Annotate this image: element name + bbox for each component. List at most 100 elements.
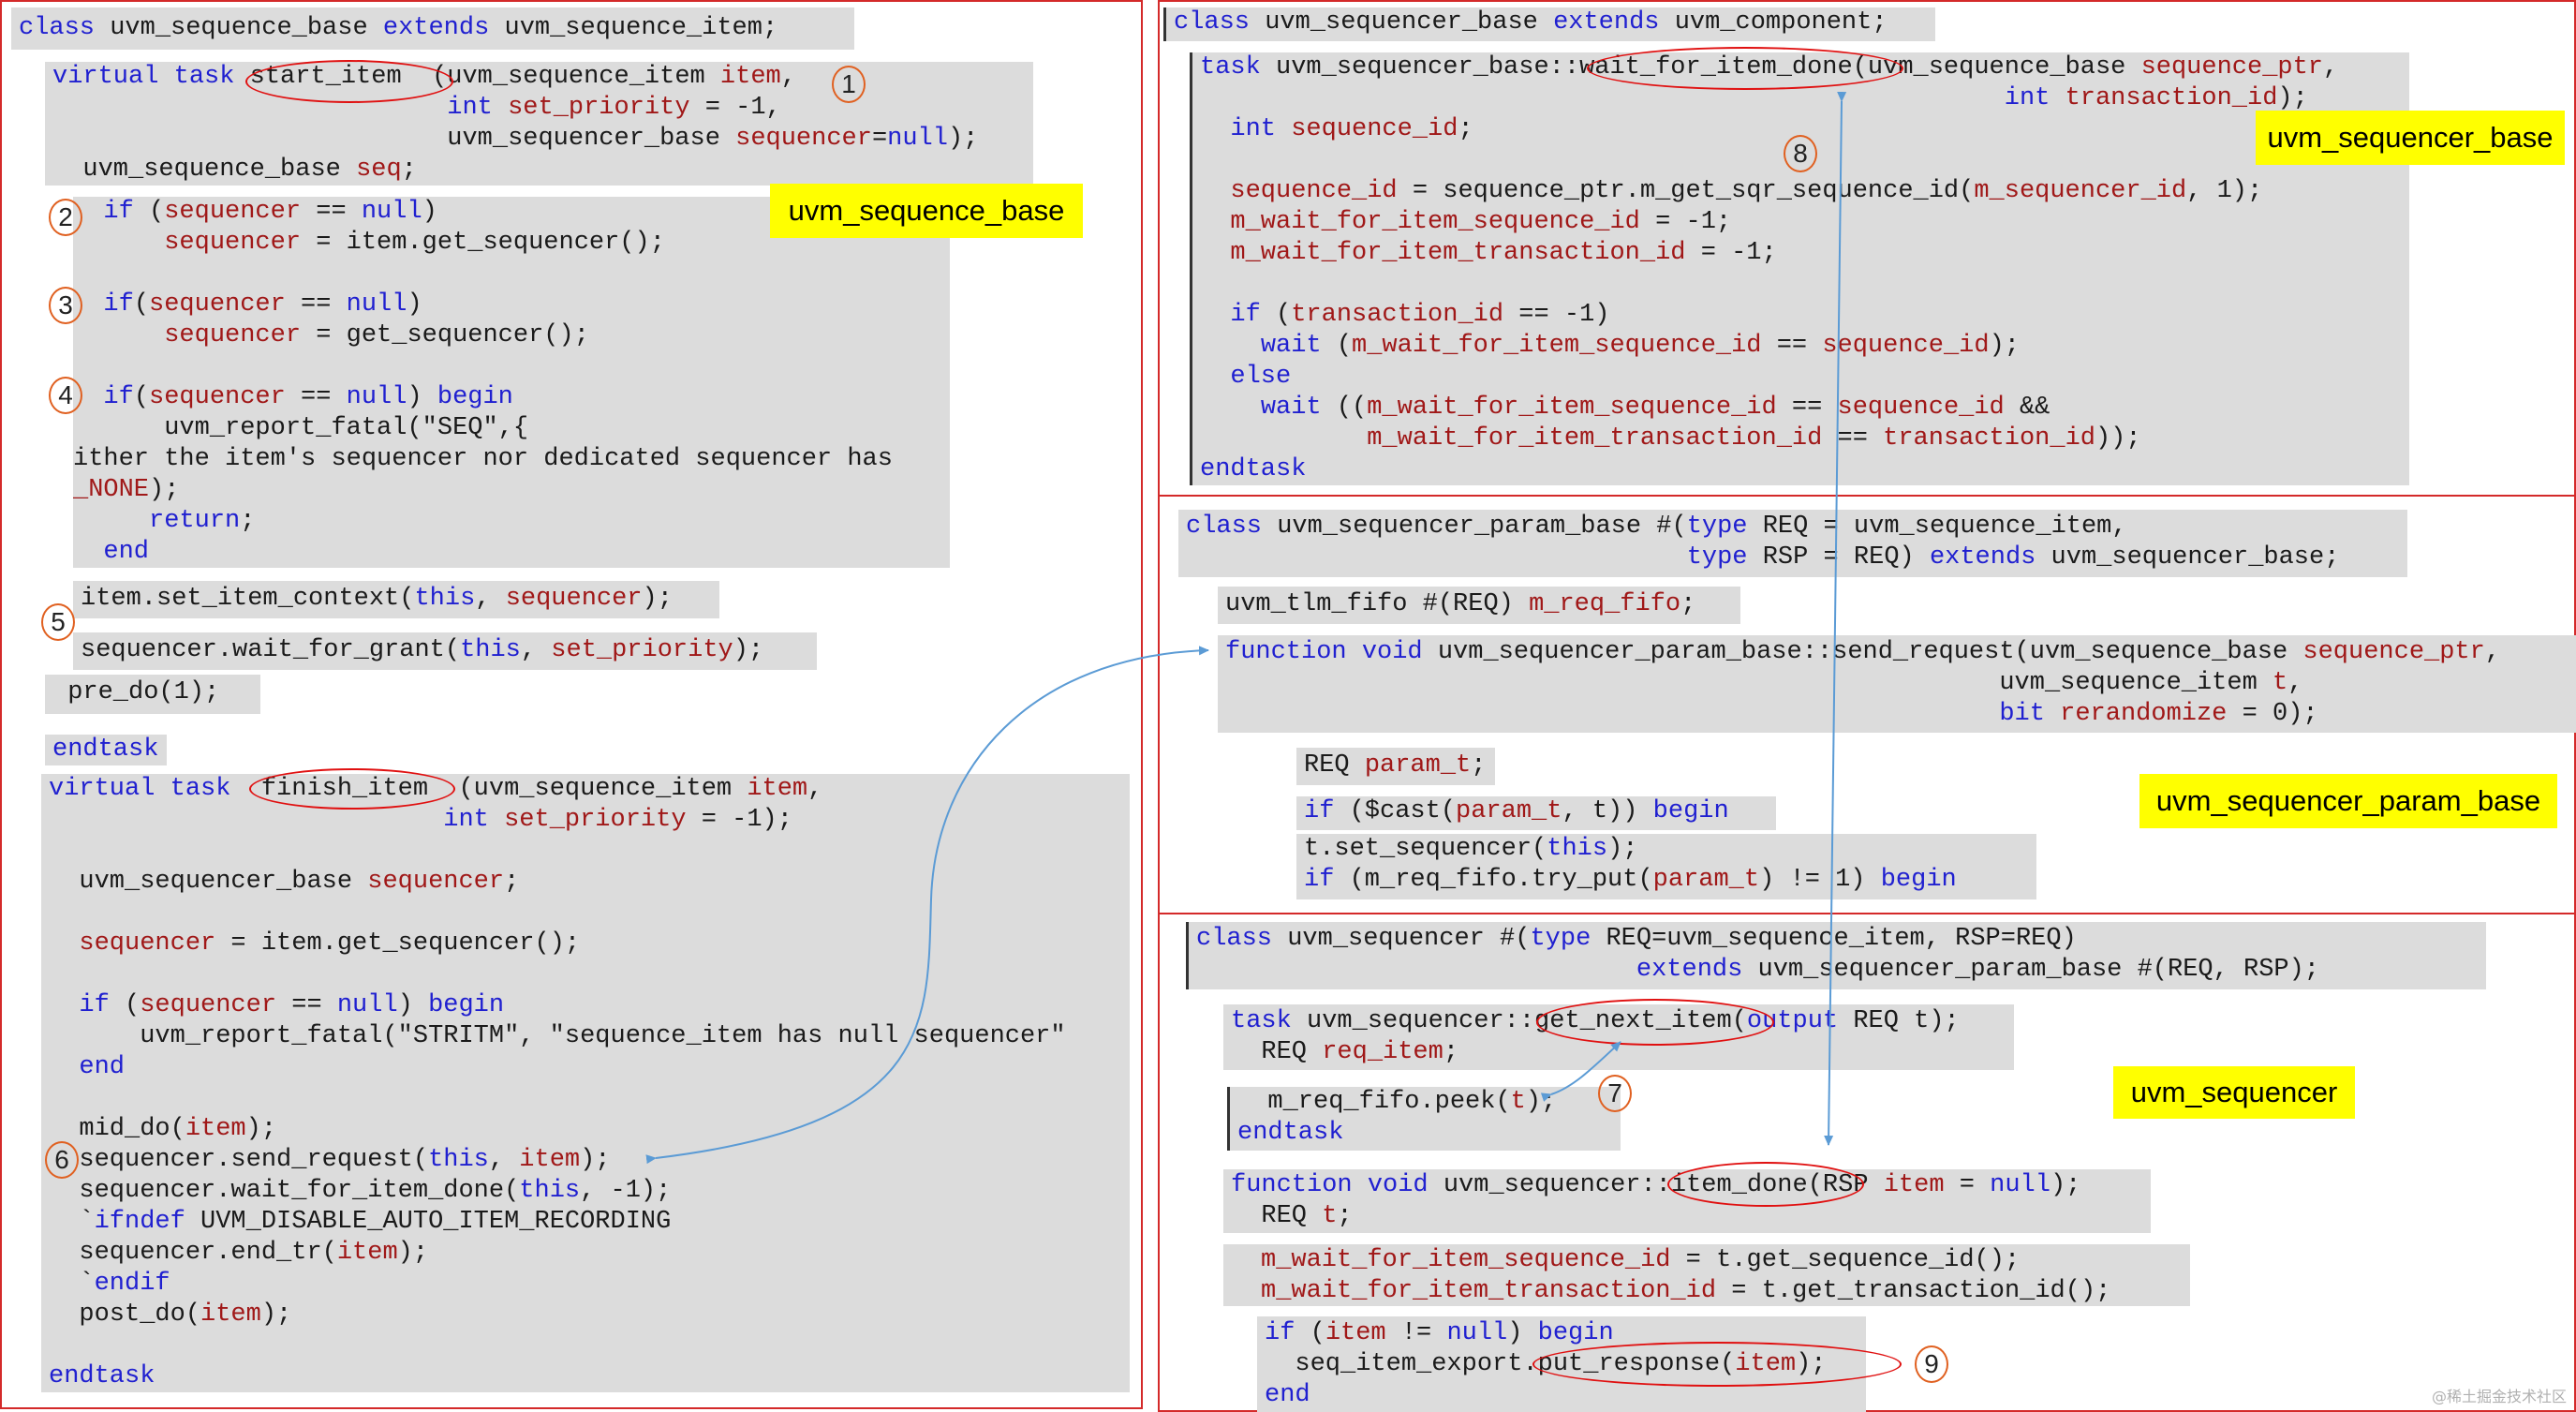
code-line: int set_priority = -1); (49, 805, 1122, 836)
code-block: m_wait_for_item_sequence_id = t.get_sequ… (1223, 1244, 2190, 1306)
code-identifier: transaction_id (1291, 301, 1504, 329)
code-text: ; (1471, 751, 1487, 780)
code-text: = -1); (686, 806, 792, 834)
code-identifier: m_wait_for_item_transaction_id (1367, 424, 1823, 453)
code-text: = item.get_sequencer(); (301, 229, 665, 257)
code-keyword: function void (1225, 638, 1423, 666)
code-text: uvm_sequencer_param_base #(REQ, RSP); (1742, 956, 2320, 984)
code-text: ( (133, 198, 165, 226)
code-keyword: if (103, 383, 134, 411)
code-keyword: end (103, 538, 150, 566)
code-line: class uvm_sequencer_param_base #(type RE… (1186, 512, 2400, 543)
code-line: post_do(item); (49, 1300, 1122, 1330)
code-keyword: end (1265, 1381, 1310, 1409)
code-keyword: this (414, 585, 476, 613)
code-line: uvm_sequence_base seq; (52, 155, 1026, 186)
code-identifier: sequencer (367, 868, 505, 896)
code-keyword: type (1686, 513, 1748, 541)
code-text: ` (49, 1270, 95, 1298)
code-line: item.set_item_context(this, sequencer); (81, 584, 712, 615)
code-keyword: virtual task (52, 63, 235, 91)
code-identifier: sequencer (149, 383, 286, 411)
code-keyword: endtask (1237, 1119, 1344, 1147)
code-identifier: item (747, 775, 808, 803)
code-keyword: class (1196, 925, 1273, 953)
code-identifier: m_wait_for_item_transaction_id (1230, 239, 1686, 267)
code-line: `endif (49, 1269, 1122, 1300)
code-line: if (m_req_fifo.try_put(param_t) != 1) be… (1304, 865, 2029, 896)
code-text: ); (2277, 84, 2308, 112)
code-keyword: task (1231, 1007, 1292, 1035)
code-line: if ($cast(param_t, t)) begin (1304, 796, 1769, 827)
code-block: REQ param_t; (1296, 748, 1495, 785)
code-block: class uvm_sequence_base extends uvm_sequ… (11, 7, 854, 50)
code-text: ); (1989, 332, 2020, 360)
code-text: ); (397, 1239, 429, 1267)
code-text: ( (1321, 332, 1353, 360)
code-block: m_req_fifo.peek(t); endtask (1227, 1087, 1621, 1151)
code-keyword: null (1990, 1171, 2050, 1199)
code-text: , (475, 585, 506, 613)
code-line: m_req_fifo.peek(t); (1237, 1087, 1613, 1118)
step-5-badge: 5 (41, 603, 75, 641)
code-identifier: seq (356, 156, 402, 184)
code-text: uvm_sequence_item (1225, 669, 2273, 697)
code-keyword: int (2004, 84, 2050, 112)
code-text: ( (133, 290, 150, 319)
code-keyword: end (79, 1053, 126, 1081)
code-line: int set_priority = -1, (52, 93, 1026, 124)
code-line: wait (m_wait_for_item_sequence_id == seq… (1200, 331, 2402, 362)
code-identifier: item (336, 1239, 398, 1267)
code-text: post_do( (49, 1301, 201, 1329)
code-text: ; (1458, 115, 1473, 143)
code-line: sequencer.wait_for_item_done(this, -1); (49, 1176, 1122, 1207)
code-text: ( (133, 383, 150, 411)
highlight-get-next-item (1536, 999, 1774, 1046)
code-identifier: m_sequencer_id (1974, 177, 2187, 205)
code-text: uvm_sequencer_param_base::send_request(u… (1422, 638, 2303, 666)
code-keyword: endtask (1200, 455, 1307, 483)
code-text: ) (422, 198, 437, 226)
code-text: uvm_report_fatal("STRITM", "sequence_ite… (49, 1022, 1066, 1050)
code-keyword: this (1547, 835, 1608, 863)
code-line: m_wait_for_item_transaction_id == transa… (1200, 424, 2402, 454)
code-keyword: if (1265, 1319, 1295, 1347)
code-text: ); (1525, 1088, 1557, 1116)
code-keyword: if (103, 290, 134, 319)
code-keyword: extends (382, 14, 490, 42)
code-keyword: if (103, 198, 134, 226)
code-text: uvm_sequencer_param_base #( (1262, 513, 1687, 541)
code-line: m_wait_for_item_sequence_id = t.get_sequ… (1261, 1245, 2183, 1276)
code-identifier: item (519, 1146, 581, 1174)
class-label-sequencer: uvm_sequencer (2113, 1066, 2355, 1119)
code-keyword: int (447, 94, 493, 122)
code-text: = sequence_ptr.m_get_sqr_sequence_id( (1397, 177, 1975, 205)
code-identifier: param_t (1364, 751, 1472, 780)
code-text: uvm_sequence_base (52, 156, 357, 184)
code-line: endtask (49, 1361, 1122, 1392)
code-line: uvm_report_fatal("SEQ",{ (73, 413, 942, 444)
code-text: == (276, 991, 337, 1019)
code-block: uvm_tlm_fifo #(REQ) m_req_fifo; (1218, 587, 1740, 624)
code-line: endtask (52, 735, 159, 765)
code-keyword: class (1186, 513, 1263, 541)
code-keyword: endif (94, 1270, 170, 1298)
code-identifier: item (719, 63, 781, 91)
code-identifier: sequencer (505, 585, 643, 613)
code-identifier: sequencer (140, 991, 277, 1019)
code-keyword: this (428, 1146, 489, 1174)
code-keyword: type (1686, 543, 1748, 572)
code-keyword: wait (1260, 332, 1322, 360)
code-line: else (1200, 362, 2402, 393)
code-text: REQ (1231, 1202, 1323, 1230)
code-line: REQ param_t; (1304, 751, 1488, 781)
code-identifier: set_priority (508, 94, 690, 122)
